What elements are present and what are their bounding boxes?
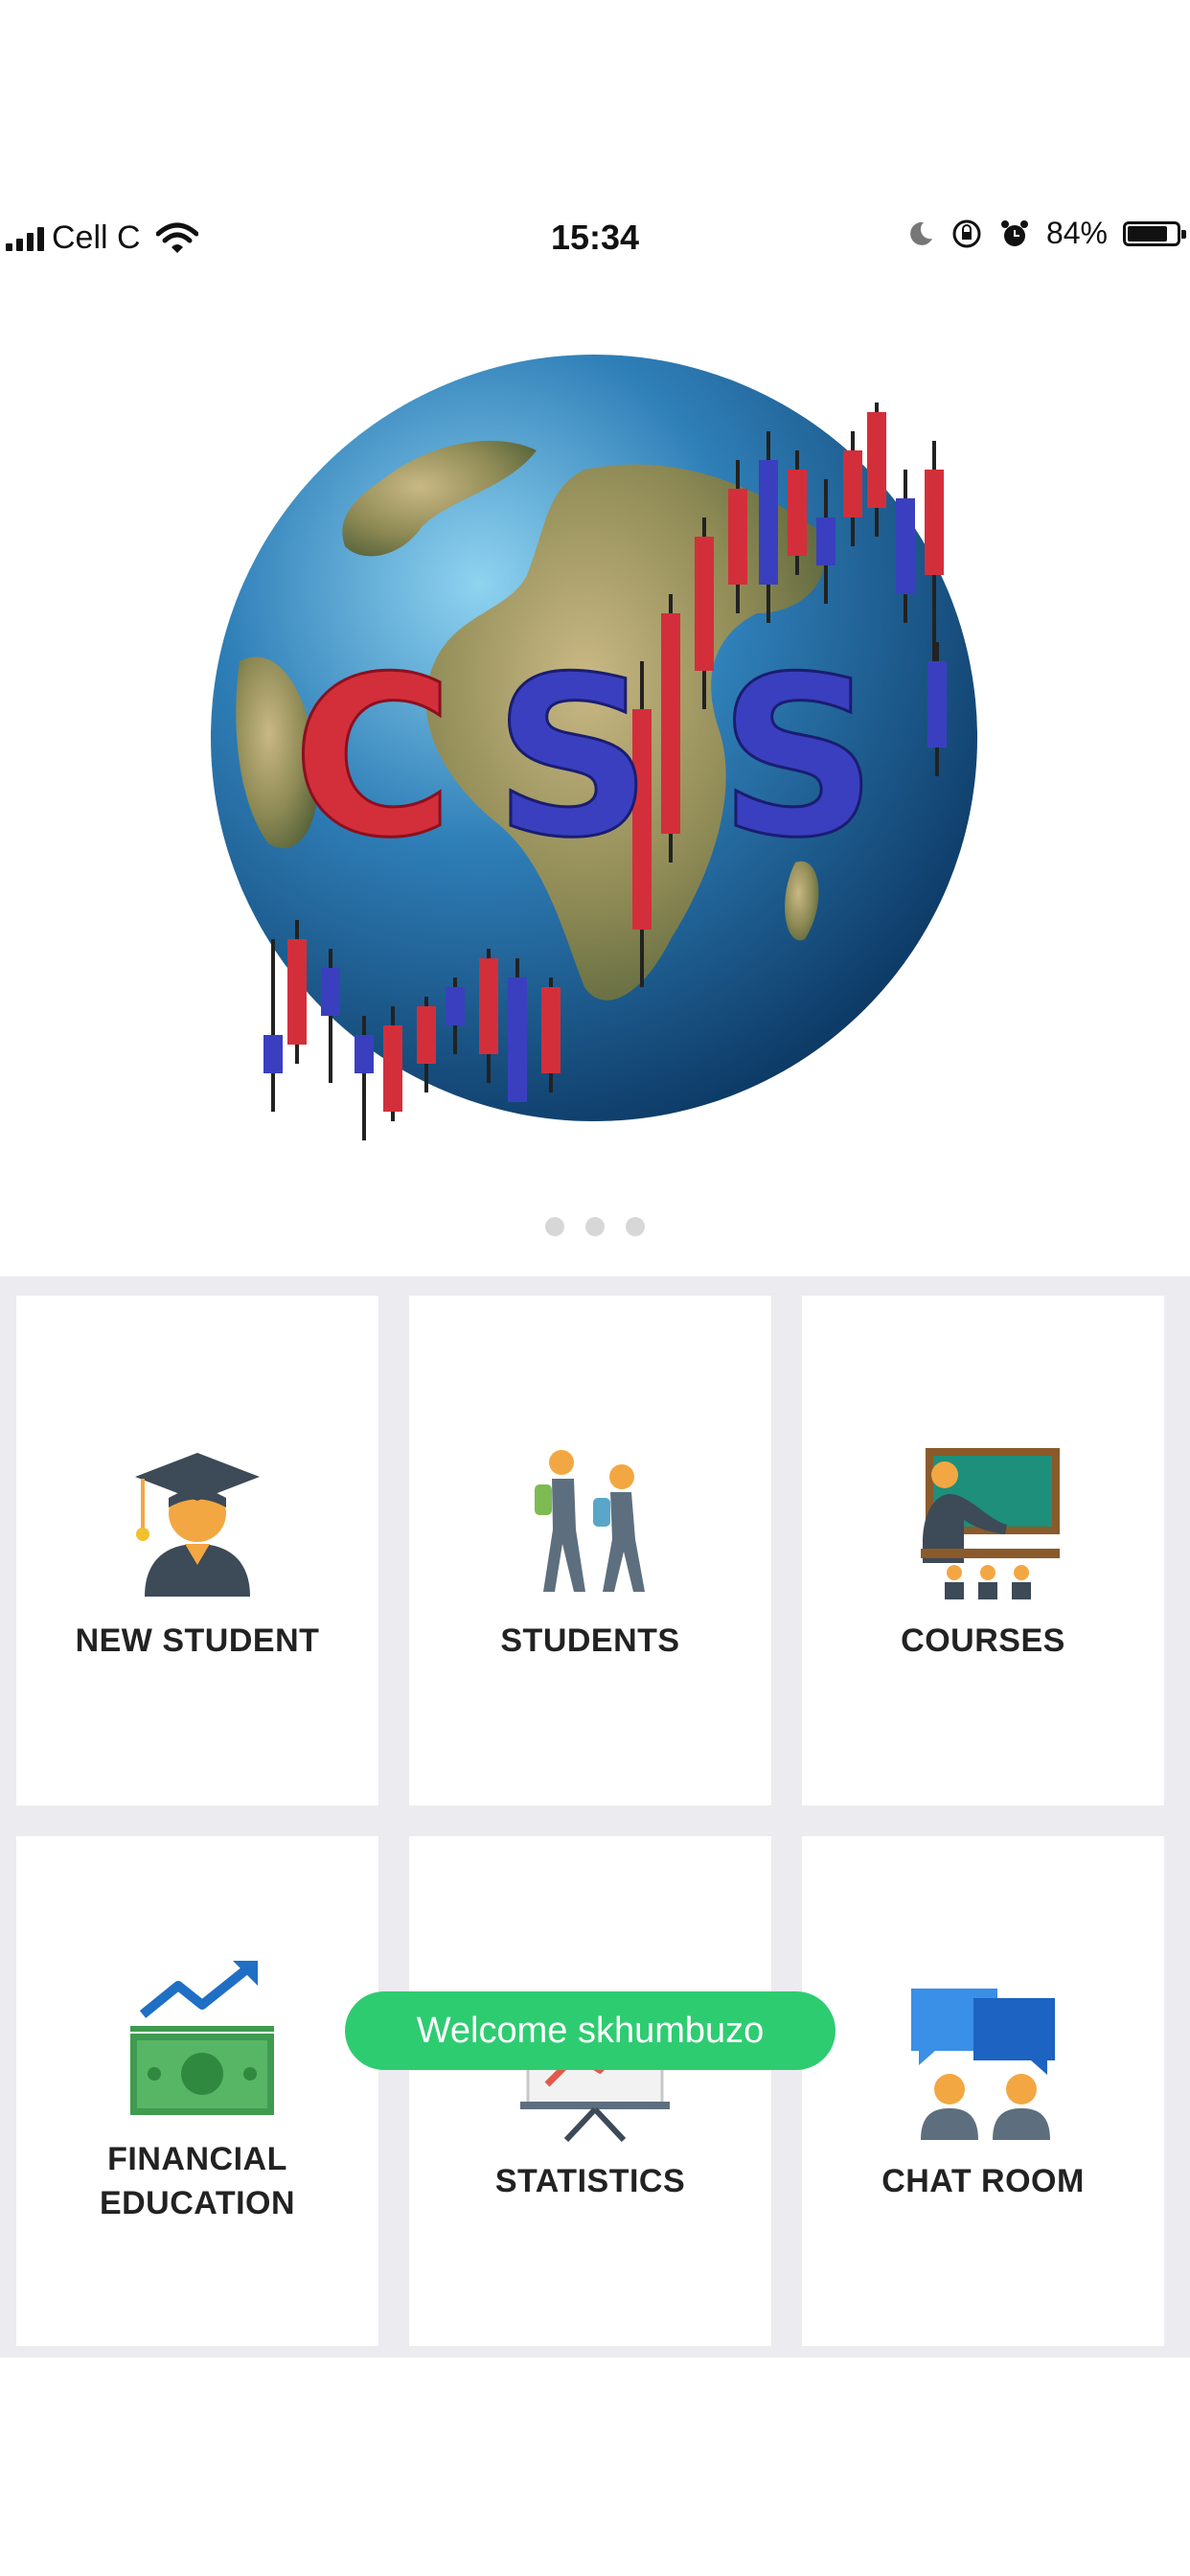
menu-label: STATISTICS — [494, 2163, 686, 2199]
graduate-icon — [116, 1438, 279, 1601]
menu-tile-new-student[interactable]: NEW STUDENT — [16, 1296, 378, 1806]
logo-text: C S S — [291, 630, 880, 888]
menu-tile-students[interactable]: STUDENTS — [409, 1296, 771, 1806]
menu-label-line: EDUCATION — [99, 2185, 296, 2221]
battery-percent: 84% — [1045, 216, 1108, 250]
carousel-page-indicator[interactable] — [0, 1217, 1190, 1236]
logo-letter-s2: S — [719, 631, 878, 886]
menu-label: FINANCIAL EDUCATION — [100, 2137, 295, 2225]
students-walking-icon — [509, 1438, 672, 1601]
menu-label: NEW STUDENT — [75, 1622, 320, 1659]
page-dot[interactable] — [626, 1217, 645, 1236]
status-right: 84% — [906, 216, 1186, 251]
menu-tile-financial-education[interactable]: FINANCIAL EDUCATION — [16, 1836, 378, 2346]
menu-label: STUDENTS — [500, 1622, 680, 1659]
battery-icon — [1123, 220, 1186, 246]
menu-label-line: FINANCIAL — [107, 2141, 287, 2177]
financial-growth-icon — [116, 1957, 279, 2120]
logo-letter-s1: S — [493, 631, 652, 886]
alarm-icon — [1000, 219, 1028, 246]
teacher-classroom-icon — [902, 1438, 1064, 1601]
status-bar: Cell C 15:34 84% — [0, 206, 1190, 273]
logo-letter-c: C — [292, 631, 454, 886]
page-dot[interactable] — [545, 1217, 564, 1236]
battery-fill — [1128, 225, 1168, 242]
chat-room-icon — [902, 1979, 1064, 2142]
rotation-lock-icon — [952, 219, 981, 247]
menu-grid: NEW STUDENT STUDENTS COURSES FINANCIAL E… — [0, 1276, 1190, 2358]
menu-label: CHAT ROOM — [881, 2163, 1085, 2199]
page-dot[interactable] — [585, 1217, 605, 1236]
menu-tile-courses[interactable]: COURSES — [802, 1296, 1164, 1806]
menu-tile-statistics[interactable]: STATISTICS — [409, 1836, 771, 2346]
css-globe-logo[interactable]: C S S — [182, 326, 1006, 1150]
moon-icon — [910, 221, 932, 245]
welcome-toast: Welcome skhumbuzo — [345, 1991, 835, 2070]
menu-label: COURSES — [901, 1622, 1065, 1659]
menu-tile-chat-room[interactable]: CHAT ROOM — [802, 1836, 1164, 2346]
